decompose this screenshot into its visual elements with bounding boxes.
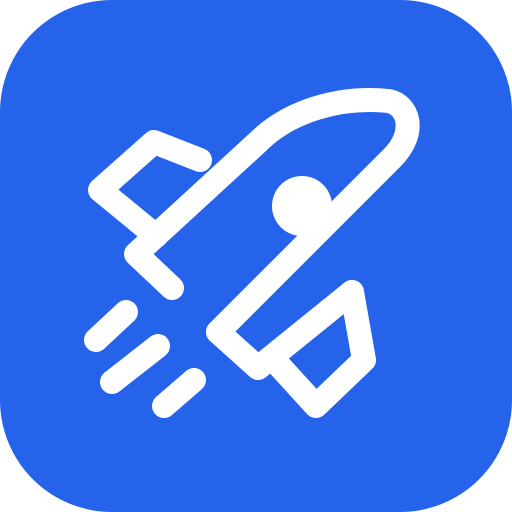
app-icon[interactable]: [0, 0, 512, 512]
rocket-icon: [0, 0, 512, 512]
rocket-window: [272, 176, 332, 236]
icon-background: [0, 0, 512, 512]
